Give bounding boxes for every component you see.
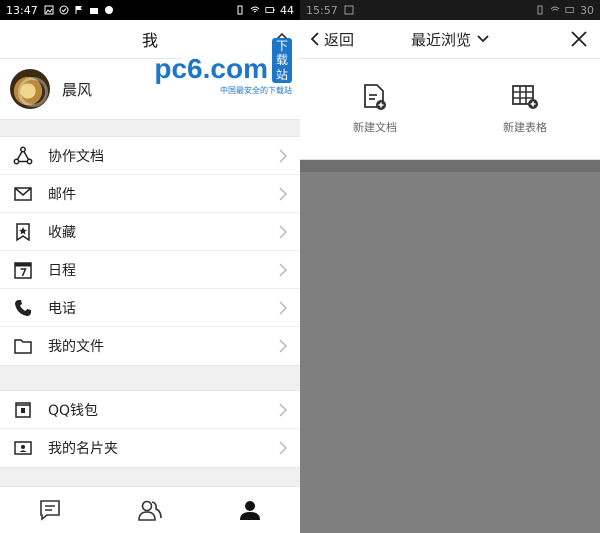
watermark: pc6.com 下载站 中国最安全的下载站 bbox=[154, 37, 300, 96]
profile-name: 晨风 bbox=[62, 80, 93, 99]
wifi-icon bbox=[250, 6, 260, 13]
chevron-right-icon bbox=[279, 403, 287, 416]
status-battery: 44 bbox=[280, 3, 294, 17]
menu-row-wallet[interactable]: QQ钱包 bbox=[0, 391, 300, 429]
battery-icon bbox=[565, 7, 574, 13]
battery-icon bbox=[265, 7, 275, 13]
watermark-brand: pc6.com bbox=[154, 53, 268, 85]
new-document-button[interactable]: 新建文档 bbox=[315, 83, 435, 135]
status-icons bbox=[44, 5, 114, 15]
menu-row-collab[interactable]: 协作文档 bbox=[0, 137, 300, 175]
card-holder-icon bbox=[14, 441, 32, 455]
tab-messages[interactable] bbox=[36, 496, 64, 524]
chevron-left-icon bbox=[310, 32, 319, 46]
calendar-icon bbox=[14, 261, 32, 279]
image-icon bbox=[344, 5, 354, 15]
menu-label: 我的名片夹 bbox=[48, 441, 118, 457]
collaboration-icon bbox=[13, 146, 33, 164]
watermark-sub: 中国最安全的下载站 bbox=[220, 86, 292, 96]
bottom-tab-bar bbox=[0, 486, 300, 533]
menu-label: 协作文档 bbox=[48, 148, 104, 165]
new-document-label: 新建文档 bbox=[353, 121, 397, 134]
chevron-right-icon bbox=[279, 339, 287, 353]
mail-icon bbox=[14, 186, 32, 201]
status-battery: 30 bbox=[580, 3, 594, 17]
message-icon bbox=[40, 500, 60, 521]
new-document-icon bbox=[364, 84, 386, 110]
recent-title-text: 最近浏览 bbox=[410, 30, 471, 49]
chevron-right-icon bbox=[279, 441, 287, 455]
menu-label: 我的文件 bbox=[48, 339, 104, 355]
phone-icon bbox=[15, 299, 31, 316]
status-bar-right: 15:57 30 bbox=[300, 0, 600, 20]
back-button[interactable]: 返回 bbox=[310, 29, 354, 50]
right-header: 返回 最近浏览 bbox=[300, 20, 600, 59]
menu-row-calendar[interactable]: 日程 bbox=[0, 251, 300, 289]
account-icon bbox=[104, 6, 113, 14]
chevron-right-icon bbox=[279, 263, 287, 276]
bookmark-icon bbox=[16, 222, 30, 241]
menu-label: 日程 bbox=[48, 262, 76, 279]
menu-label: 电话 bbox=[48, 300, 76, 317]
vibrate-icon bbox=[537, 5, 543, 15]
image-icon bbox=[44, 5, 54, 15]
status-time: 13:47 bbox=[6, 3, 38, 17]
close-icon[interactable] bbox=[570, 30, 588, 48]
menu-row-cards[interactable]: 我的名片夹 bbox=[0, 429, 300, 467]
chevron-down-icon[interactable] bbox=[477, 34, 489, 44]
clapper-icon bbox=[89, 8, 98, 14]
new-table-icon bbox=[512, 85, 538, 109]
menu-list-primary: 协作文档 邮件 收藏 日程 电话 我的文件 bbox=[0, 136, 300, 366]
status-bar-left: 13:47 44 bbox=[0, 0, 300, 20]
chevron-right-icon bbox=[279, 149, 287, 162]
flag-icon bbox=[75, 6, 82, 14]
tab-me[interactable] bbox=[236, 496, 264, 524]
new-table-button[interactable]: 新建表格 bbox=[465, 83, 585, 135]
status-right-icons: 44 bbox=[235, 4, 294, 17]
menu-label: 邮件 bbox=[48, 186, 76, 203]
right-panel: 15:57 30 返回 最近浏览 新建文档 新建表格 bbox=[300, 0, 600, 533]
menu-list-secondary: QQ钱包 我的名片夹 bbox=[0, 390, 300, 468]
chevron-right-icon bbox=[279, 301, 287, 314]
menu-row-phone[interactable]: 电话 bbox=[0, 289, 300, 327]
wifi-icon bbox=[550, 6, 560, 11]
new-actions: 新建文档 新建表格 bbox=[300, 59, 600, 160]
menu-row-mail[interactable]: 邮件 bbox=[0, 175, 300, 213]
folder-icon bbox=[14, 339, 32, 354]
profile-icon bbox=[240, 501, 260, 520]
menu-row-bookmark[interactable]: 收藏 bbox=[0, 213, 300, 251]
chevron-right-icon bbox=[279, 187, 287, 200]
screen-wrap: 13:47 44 我 晨风 pc6.com 下载站 中国最安全的下载站 协作文档… bbox=[0, 0, 600, 533]
left-panel: 13:47 44 我 晨风 pc6.com 下载站 中国最安全的下载站 协作文档… bbox=[0, 0, 300, 533]
status-time: 15:57 bbox=[306, 3, 338, 17]
chevron-right-icon bbox=[279, 225, 287, 238]
new-table-label: 新建表格 bbox=[503, 121, 547, 134]
back-label: 返回 bbox=[324, 30, 355, 49]
avatar[interactable] bbox=[10, 69, 50, 109]
vibrate-icon bbox=[237, 5, 243, 15]
wallet-icon bbox=[15, 401, 31, 418]
menu-row-files[interactable]: 我的文件 bbox=[0, 327, 300, 365]
tab-contacts[interactable] bbox=[136, 496, 164, 524]
contacts-icon bbox=[138, 500, 162, 521]
check-circle-icon bbox=[59, 5, 69, 15]
menu-label: QQ钱包 bbox=[48, 402, 99, 419]
menu-label: 收藏 bbox=[48, 224, 76, 241]
watermark-tag: 下载站 bbox=[271, 37, 292, 84]
